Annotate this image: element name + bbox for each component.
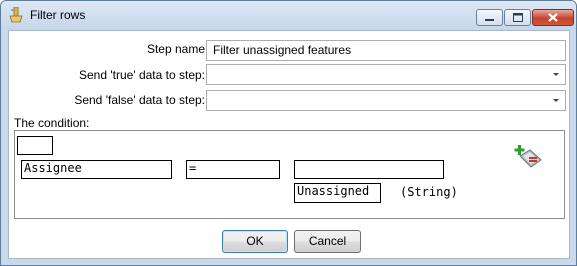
condition-label: The condition: <box>14 116 90 130</box>
close-button[interactable] <box>532 9 574 26</box>
send-false-combo[interactable] <box>206 90 566 111</box>
window-title: Filter rows <box>30 8 86 22</box>
condition-editor[interactable]: Assignee = Unassigned (String) <box>14 130 565 219</box>
send-true-label: Send 'true' data to step: <box>79 68 205 82</box>
step-name-input[interactable]: Filter unassigned features <box>206 40 566 61</box>
cancel-button-label: Cancel <box>308 234 347 248</box>
filter-rows-dialog: Filter rows Step name Filter unassigned … <box>0 0 577 266</box>
constant-type-label: (String) <box>400 185 458 199</box>
operator-box[interactable]: = <box>186 160 280 179</box>
right-field-box[interactable] <box>294 160 444 179</box>
negate-box[interactable] <box>17 136 53 155</box>
left-field-box[interactable]: Assignee <box>21 160 172 179</box>
chevron-down-icon <box>553 99 559 102</box>
minimize-icon <box>485 19 494 21</box>
step-name-label: Step name <box>146 42 205 56</box>
close-icon <box>548 13 558 22</box>
send-true-combo[interactable] <box>206 64 566 85</box>
ok-button[interactable]: OK <box>222 230 288 253</box>
minimize-button[interactable] <box>476 9 503 26</box>
dialog-content: Step name Filter unassigned features Sen… <box>8 30 570 259</box>
maximize-icon <box>513 13 523 22</box>
title-bar[interactable]: Filter rows <box>1 1 576 30</box>
send-false-label: Send 'false' data to step: <box>74 93 205 107</box>
add-condition-icon[interactable] <box>514 144 542 170</box>
kettle-spoon-icon <box>9 7 23 23</box>
ok-button-label: OK <box>246 234 264 248</box>
maximize-button[interactable] <box>504 9 531 26</box>
cancel-button[interactable]: Cancel <box>294 230 361 253</box>
constant-value-box[interactable]: Unassigned <box>294 183 381 203</box>
chevron-down-icon <box>553 73 559 76</box>
